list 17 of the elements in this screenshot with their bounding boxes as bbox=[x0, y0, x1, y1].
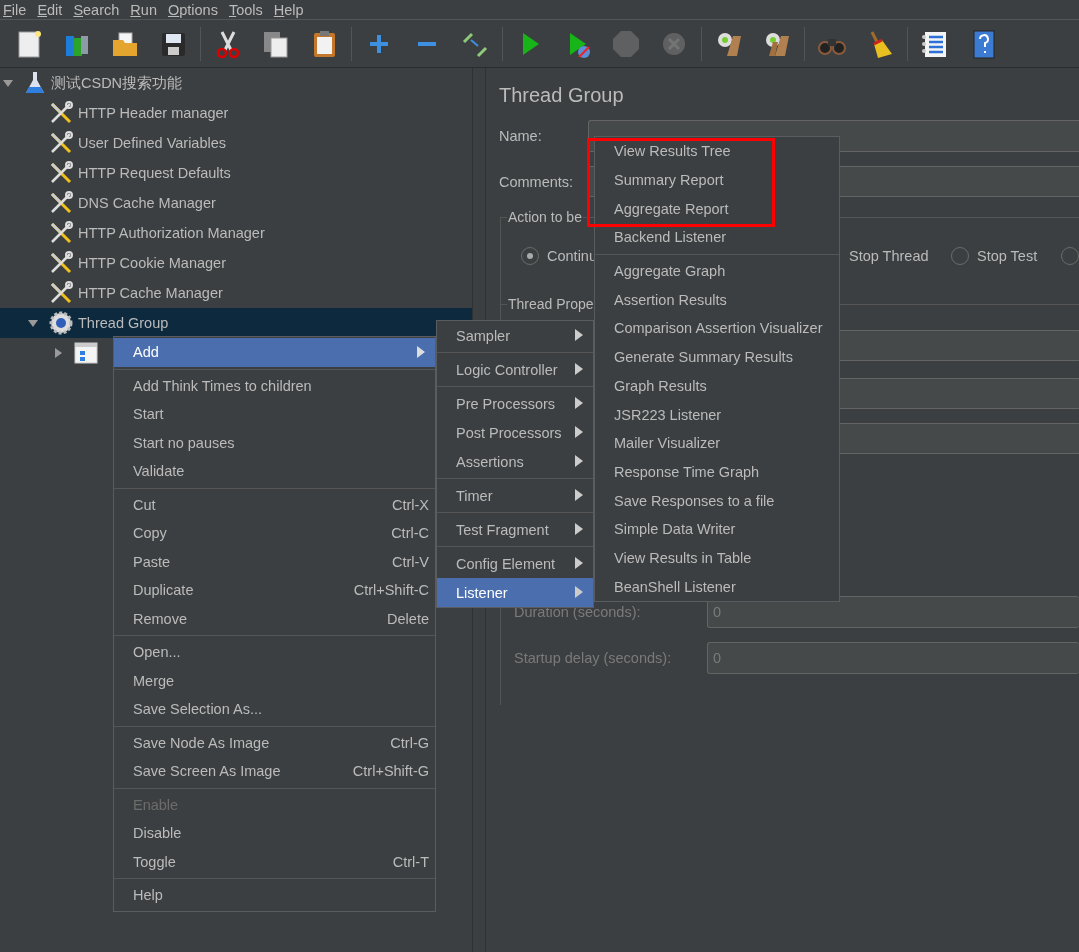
tree-label: HTTP Cache Manager bbox=[78, 285, 223, 301]
comments-label: Comments: bbox=[499, 173, 575, 190]
tree-label: DNS Cache Manager bbox=[78, 195, 216, 211]
tree-label: HTTP Request Defaults bbox=[78, 165, 231, 181]
name-label: Name: bbox=[499, 128, 543, 144]
section-title: Thread Prope bbox=[507, 295, 595, 313]
tree-label: HTTP Header manager bbox=[78, 105, 229, 121]
field-label: Duration (seconds): bbox=[514, 604, 642, 620]
tree-label: Thread Group bbox=[78, 315, 169, 331]
tree-label: HTTP Cookie Manager bbox=[78, 255, 227, 271]
panel-title: Thread Group bbox=[499, 83, 625, 108]
tree-label: HTTP Authorization Manager bbox=[78, 225, 265, 241]
field-label: Startup delay (seconds): bbox=[514, 650, 673, 666]
tree-label: User Defined Variables bbox=[78, 135, 227, 151]
tree-label: 测试CSDN搜索功能 bbox=[51, 73, 183, 93]
radio-label: Stop Test bbox=[977, 248, 1038, 264]
radio-label: Stop Thread bbox=[849, 248, 929, 264]
